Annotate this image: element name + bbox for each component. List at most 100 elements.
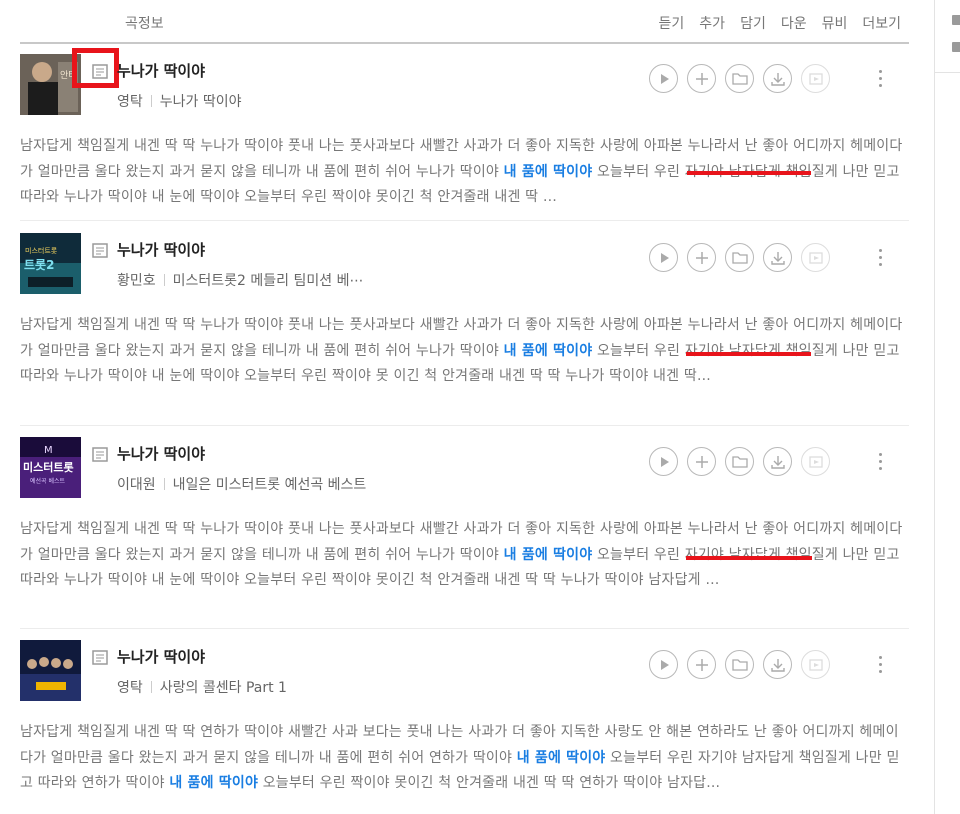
mv-button[interactable]	[801, 447, 830, 476]
side-panel-icon[interactable]	[952, 15, 960, 25]
svg-text:미스터트롯: 미스터트롯	[25, 246, 58, 255]
song-title[interactable]: 누나가 딱이야	[117, 239, 205, 260]
lyrics-icon[interactable]	[92, 64, 108, 80]
lyrics-snippet: 남자답게 책임질게 내겐 딱 딱 연하가 딱이야 새빨간 사과 보다는 풋내 나…	[20, 720, 909, 797]
mv-button[interactable]	[801, 243, 830, 272]
artist-link[interactable]: 황민호	[117, 273, 156, 289]
download-button[interactable]	[763, 243, 792, 272]
list-header: 곡정보 듣기 추가 담기 다운 뮤비 더보기	[20, 0, 909, 44]
download-icon	[770, 251, 785, 265]
folder-icon	[731, 456, 748, 468]
video-icon	[808, 72, 823, 85]
video-icon	[808, 658, 823, 671]
play-icon	[660, 73, 669, 84]
video-icon	[808, 251, 823, 264]
add-button[interactable]	[687, 650, 716, 679]
lyrics-icon[interactable]	[92, 447, 108, 463]
play-icon	[660, 252, 669, 263]
add-button[interactable]	[687, 64, 716, 93]
play-button[interactable]	[649, 64, 678, 93]
song-meta: 영탁 사랑의 콜센타 Part 1	[117, 677, 287, 697]
album-cover[interactable]	[20, 640, 81, 701]
play-button[interactable]	[649, 447, 678, 476]
header-actions: 듣기 추가 담기 다운 뮤비 더보기	[659, 13, 901, 33]
right-side-panel	[934, 0, 960, 814]
header-add[interactable]: 추가	[699, 13, 725, 33]
download-icon	[770, 455, 785, 469]
song-actions	[649, 650, 830, 679]
song-title[interactable]: 누나가 딱이야	[117, 646, 205, 667]
save-to-folder-button[interactable]	[725, 243, 754, 272]
header-mv[interactable]: 뮤비	[822, 13, 848, 33]
divider	[935, 72, 960, 73]
add-button[interactable]	[687, 447, 716, 476]
album-link[interactable]: 미스터트롯2 메들리 팀미션 베⋯	[173, 273, 364, 289]
header-listen[interactable]: 듣기	[659, 13, 685, 33]
album-link[interactable]: 누나가 딱이야	[160, 94, 242, 110]
song-actions	[649, 243, 830, 272]
song-meta: 황민호 미스터트롯2 메들리 팀미션 베⋯	[117, 270, 363, 290]
lyrics-match: 내 품에 딱이야	[503, 342, 593, 359]
song-title[interactable]: 누나가 딱이야	[117, 443, 205, 464]
download-button[interactable]	[763, 64, 792, 93]
play-icon	[660, 456, 669, 467]
more-options-icon[interactable]	[871, 249, 889, 269]
highlight-underline	[687, 171, 811, 175]
song-list-item: M 미스터트롯 예선곡 베스트 누나가 딱이야 이대원 내일은 미스터트롯 예선곡…	[20, 437, 909, 629]
album-link[interactable]: 사랑의 콜센타 Part 1	[160, 680, 287, 696]
plus-icon	[695, 72, 708, 85]
plus-icon	[695, 251, 708, 264]
lyrics-match: 내 품에 딱이야	[503, 546, 593, 563]
song-title[interactable]: 누나가 딱이야	[117, 60, 205, 81]
mv-button[interactable]	[801, 64, 830, 93]
more-options-icon[interactable]	[871, 453, 889, 473]
play-icon	[660, 659, 669, 670]
video-icon	[808, 455, 823, 468]
svg-text:트롯2: 트롯2	[24, 257, 54, 272]
folder-icon	[731, 659, 748, 671]
play-button[interactable]	[649, 243, 678, 272]
song-meta: 영탁 누나가 딱이야	[117, 91, 242, 111]
highlight-underline	[686, 352, 811, 356]
song-actions	[649, 447, 830, 476]
download-button[interactable]	[763, 650, 792, 679]
folder-icon	[731, 252, 748, 264]
svg-text:미스터트롯: 미스터트롯	[23, 460, 74, 474]
download-icon	[770, 658, 785, 672]
add-button[interactable]	[687, 243, 716, 272]
more-options-icon[interactable]	[871, 656, 889, 676]
song-meta: 이대원 내일은 미스터트롯 예선곡 베스트	[117, 474, 366, 494]
album-cover[interactable]: M 미스터트롯 예선곡 베스트	[20, 437, 81, 498]
lyrics-match: 내 품에 딱이야	[169, 775, 259, 791]
save-to-folder-button[interactable]	[725, 447, 754, 476]
download-button[interactable]	[763, 447, 792, 476]
song-actions	[649, 64, 830, 93]
header-download[interactable]: 다운	[781, 13, 807, 33]
plus-icon	[695, 455, 708, 468]
lyrics-text: 오늘부터 우린 짝이야 못이긴 척 안겨줄래 내겐 딱 딱 연하가 딱이야 남자…	[258, 775, 721, 791]
artist-link[interactable]: 영탁	[117, 94, 143, 110]
plus-icon	[695, 658, 708, 671]
lyrics-icon[interactable]	[92, 650, 108, 666]
folder-icon	[731, 73, 748, 85]
svg-text:예선곡 베스트: 예선곡 베스트	[30, 477, 66, 485]
song-info-column-label: 곡정보	[125, 16, 164, 32]
play-button[interactable]	[649, 650, 678, 679]
save-to-folder-button[interactable]	[725, 650, 754, 679]
lyrics-icon[interactable]	[92, 243, 108, 259]
artist-link[interactable]: 이대원	[117, 477, 156, 493]
highlight-underline	[686, 556, 812, 560]
song-list-item: 미스터트롯 트롯2 누나가 딱이야 황민호 미스터트롯2 메들리 팀미션 베⋯ 남…	[20, 233, 909, 426]
song-list-item: 안타 누나가 딱이야 영탁 누나가 딱이야 남자답게 책임질게 내겐 딱 딱 누나…	[20, 48, 909, 221]
save-to-folder-button[interactable]	[725, 64, 754, 93]
mv-button[interactable]	[801, 650, 830, 679]
album-link[interactable]: 내일은 미스터트롯 예선곡 베스트	[173, 477, 367, 493]
header-save[interactable]: 담기	[740, 13, 766, 33]
header-more[interactable]: 더보기	[862, 13, 901, 33]
album-cover[interactable]: 미스터트롯 트롯2	[20, 233, 81, 294]
artist-link[interactable]: 영탁	[117, 680, 143, 696]
lyrics-match: 내 품에 딱이야	[503, 163, 593, 180]
svg-text:M: M	[44, 445, 53, 456]
more-options-icon[interactable]	[871, 70, 889, 90]
side-panel-icon[interactable]	[952, 42, 960, 52]
